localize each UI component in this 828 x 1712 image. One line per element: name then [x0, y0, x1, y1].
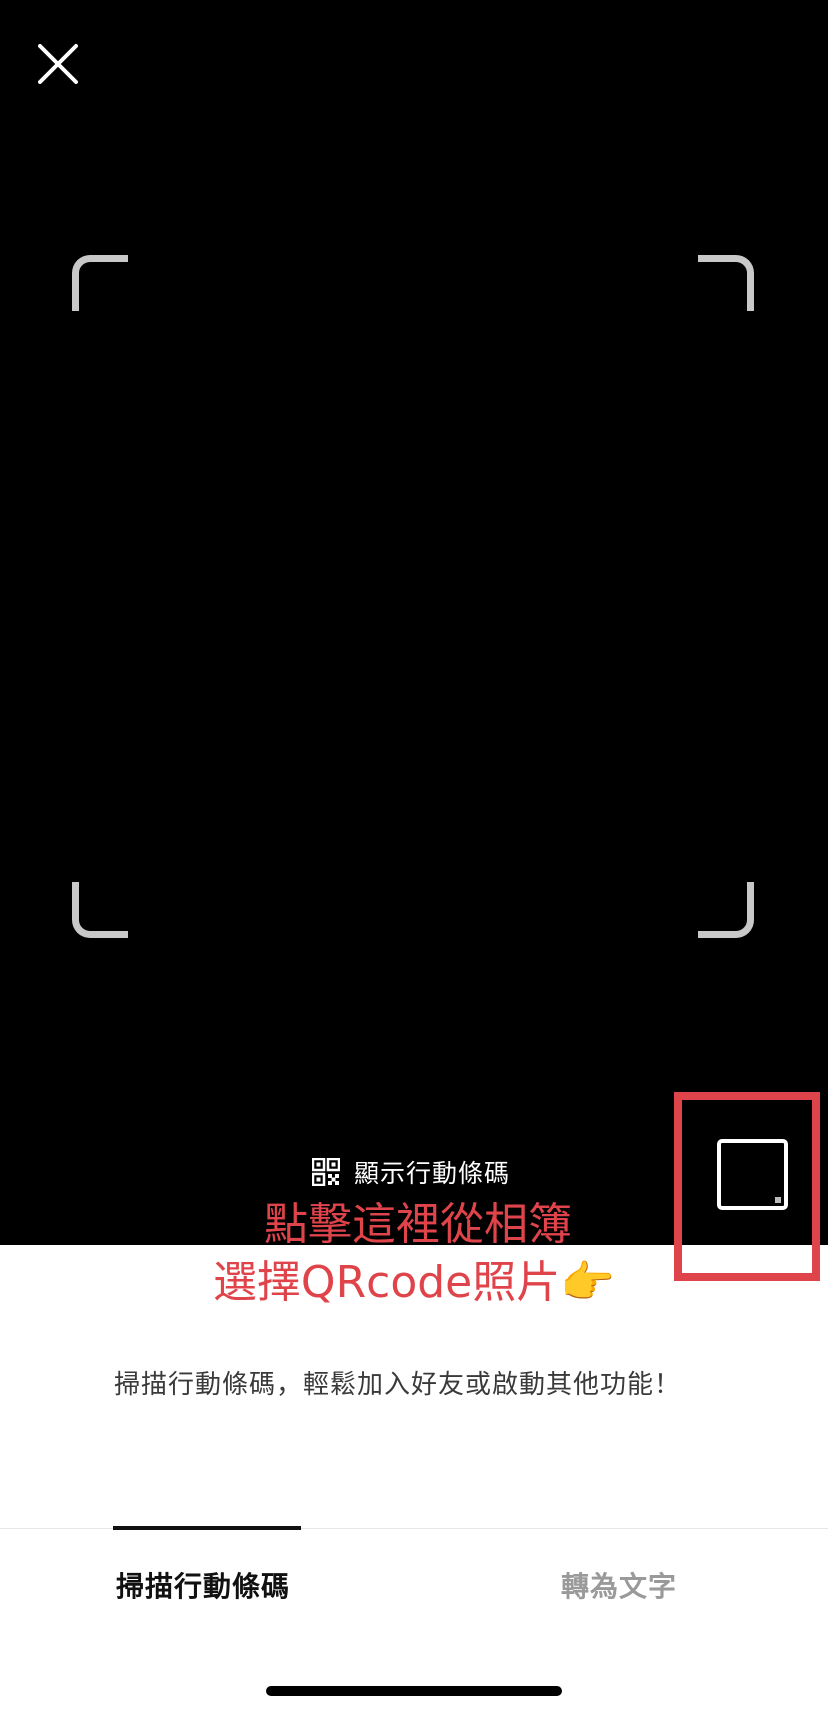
close-icon	[38, 44, 78, 84]
camera-viewfinder: 顯示行動條碼	[0, 0, 828, 1245]
tab-scan-code[interactable]: 掃描行動條碼	[116, 1565, 290, 1605]
bottom-sheet	[0, 1245, 828, 1712]
tab-convert-to-text[interactable]: 轉為文字	[561, 1565, 677, 1605]
active-tab-indicator	[113, 1526, 301, 1530]
home-indicator[interactable]	[266, 1686, 562, 1696]
show-my-code-label: 顯示行動條碼	[354, 1159, 511, 1188]
photo-gallery-button[interactable]	[717, 1139, 788, 1210]
scan-frame-corner-bottom-left	[72, 882, 128, 938]
show-my-code-button[interactable]: 顯示行動條碼	[312, 1155, 510, 1189]
scan-frame-corner-top-right	[698, 255, 754, 311]
scan-frame-corner-top-left	[72, 255, 128, 311]
photo-gallery-icon	[775, 1197, 781, 1203]
close-button[interactable]	[32, 38, 84, 90]
scan-frame-corner-bottom-right	[698, 882, 754, 938]
scan-hint-text: 掃描行動條碼，輕鬆加入好友或啟動其他功能！	[114, 1370, 682, 1400]
qr-code-icon	[312, 1158, 340, 1186]
